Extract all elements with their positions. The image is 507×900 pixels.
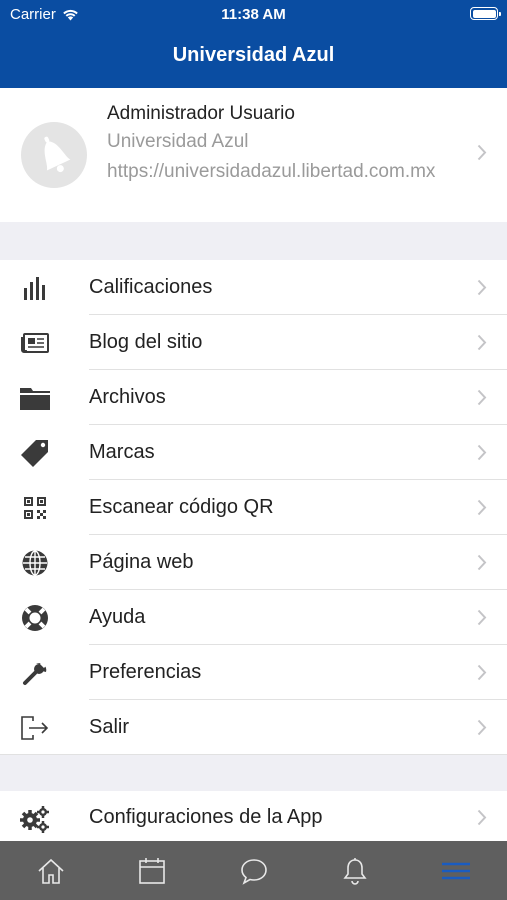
chevron-right-icon xyxy=(477,719,487,736)
menu-item-label: Calificaciones xyxy=(89,276,213,298)
globe-icon xyxy=(20,548,50,578)
site-logo-bell-icon xyxy=(21,122,87,188)
site-url: https://universidadazul.libertad.com.mx xyxy=(107,161,436,182)
chevron-right-icon xyxy=(477,609,487,626)
menu-item-marcas[interactable]: Marcas xyxy=(0,425,507,480)
menu-item-calificaciones[interactable]: Calificaciones xyxy=(0,260,507,315)
menu-item-label: Página web xyxy=(89,551,194,573)
user-name: Administrador Usuario xyxy=(107,103,295,124)
chevron-right-icon xyxy=(477,499,487,516)
home-icon xyxy=(38,858,64,884)
tab-home[interactable] xyxy=(0,841,101,900)
menu-item-escanear-qr[interactable]: Escanear código QR xyxy=(0,480,507,535)
menu-item-blog[interactable]: Blog del sitio xyxy=(0,315,507,370)
life-ring-icon xyxy=(20,603,50,633)
chevron-right-icon xyxy=(477,809,487,826)
main-menu: Calificaciones Blog del sitio Archivos M… xyxy=(0,260,507,755)
chevron-right-icon xyxy=(477,334,487,351)
tab-calendar[interactable] xyxy=(101,841,202,900)
menu-icon xyxy=(442,862,471,879)
gears-icon xyxy=(20,804,50,834)
tag-icon xyxy=(20,438,50,468)
menu-item-label: Configuraciones de la App xyxy=(89,806,323,828)
chevron-right-icon xyxy=(477,554,487,571)
chevron-right-icon xyxy=(477,664,487,681)
menu-item-label: Salir xyxy=(89,716,130,738)
app-header: Carrier 11:38 AM Universidad Azul xyxy=(0,0,507,88)
sign-out-icon xyxy=(20,713,50,743)
tab-more[interactable] xyxy=(406,841,507,900)
menu-item-salir[interactable]: Salir xyxy=(0,700,507,755)
menu-item-label: Ayuda xyxy=(89,606,146,628)
page-title: Universidad Azul xyxy=(172,44,335,66)
bell-icon xyxy=(343,857,367,885)
status-time: 11:38 AM xyxy=(221,6,286,23)
menu-item-archivos[interactable]: Archivos xyxy=(0,370,507,425)
menu-item-label: Blog del sitio xyxy=(89,331,203,353)
menu-item-label: Archivos xyxy=(89,386,166,408)
menu-item-label: Escanear código QR xyxy=(89,496,274,518)
tab-notifications[interactable] xyxy=(304,841,405,900)
folder-icon xyxy=(20,383,50,413)
app-settings-section: Configuraciones de la App xyxy=(0,791,507,841)
menu-item-ayuda[interactable]: Ayuda xyxy=(0,590,507,645)
chevron-right-icon xyxy=(477,144,487,161)
wrench-icon xyxy=(20,658,50,688)
chevron-right-icon xyxy=(477,444,487,461)
battery-icon xyxy=(470,7,501,20)
calendar-icon xyxy=(139,857,165,884)
chat-icon xyxy=(240,858,267,885)
site-name: Universidad Azul xyxy=(107,131,249,152)
bottom-tab-bar xyxy=(0,841,507,900)
status-bar: Carrier 11:38 AM xyxy=(0,0,507,28)
menu-item-label: Preferencias xyxy=(89,661,202,683)
profile-card[interactable]: Administrador Usuario Universidad Azul h… xyxy=(0,88,507,222)
menu-item-pagina-web[interactable]: Página web xyxy=(0,535,507,590)
menu-item-configuraciones[interactable]: Configuraciones de la App xyxy=(0,791,507,841)
tab-messages[interactable] xyxy=(203,841,304,900)
menu-item-label: Marcas xyxy=(89,441,155,463)
chevron-right-icon xyxy=(477,279,487,296)
qr-code-icon xyxy=(20,493,50,523)
bar-chart-icon xyxy=(20,273,50,303)
newspaper-icon xyxy=(20,328,50,358)
menu-item-preferencias[interactable]: Preferencias xyxy=(0,645,507,700)
chevron-right-icon xyxy=(477,389,487,406)
